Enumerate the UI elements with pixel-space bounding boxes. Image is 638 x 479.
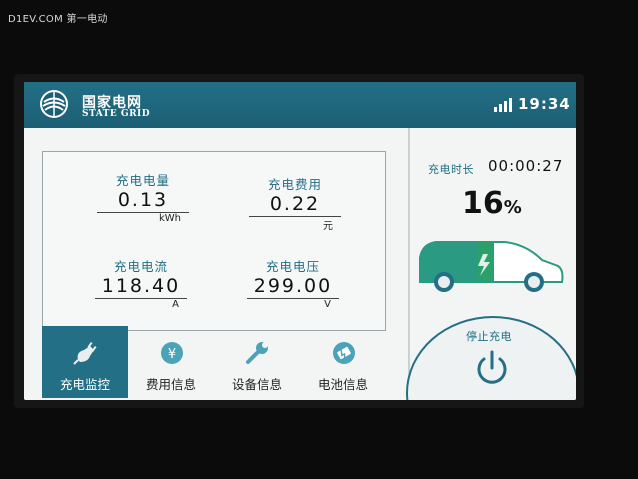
nav-fee-info-label: 费用信息: [145, 377, 196, 392]
metric-energy-value: 0.13: [117, 189, 169, 211]
signal-strength-icon: [494, 98, 512, 112]
metric-cost-unit: 元: [323, 221, 333, 232]
svg-text:¥: ¥: [168, 347, 176, 362]
nav-device-info[interactable]: 设备信息: [214, 326, 300, 398]
nav-device-info-label: 设备信息: [231, 377, 282, 392]
metric-voltage: 充电电压 299.00 V: [243, 256, 343, 311]
plug-icon: [73, 341, 97, 365]
metric-energy-label: 充电电量: [115, 173, 170, 188]
metric-voltage-value: 299.00: [253, 275, 333, 297]
nav-charge-monitor[interactable]: 充电监控: [42, 326, 128, 398]
soc-readout: 16%: [462, 186, 522, 221]
power-icon: [477, 350, 507, 384]
yen-icon: ¥: [161, 342, 183, 364]
bottom-nav: 充电监控 ¥ 费用信息 设备信息 电池信息: [42, 326, 386, 398]
nav-battery-info-label: 电池信息: [317, 377, 368, 392]
monitor-panel: 充电电量 0.13 kWh 充电费用 0.22 元 充电电流 118.40 A …: [24, 128, 408, 400]
header-bar: 国家电网 STATE GRID 19:34: [24, 82, 576, 128]
soc-unit: %: [503, 197, 522, 218]
soc-value: 16: [462, 186, 504, 221]
state-grid-logo-icon: [40, 90, 68, 118]
metric-current-unit: A: [172, 299, 179, 310]
metric-cost: 充电费用 0.22 元: [245, 174, 345, 232]
charger-screen: 国家电网 STATE GRID 19:34 充电电量 0.13 kWh 充电费用…: [24, 82, 576, 400]
nav-fee-info[interactable]: ¥ 费用信息: [128, 326, 214, 398]
metric-energy-unit: kWh: [158, 213, 181, 224]
metric-voltage-label: 充电电压: [265, 259, 320, 274]
nav-battery-info[interactable]: 电池信息: [300, 326, 386, 398]
brand-name-en: STATE GRID: [82, 109, 151, 119]
metric-energy: 充电电量 0.13 kWh: [93, 170, 193, 225]
metric-cost-value: 0.22: [269, 193, 321, 215]
duration-value: 00:00:27: [488, 157, 564, 175]
clock-time: 19:34: [518, 95, 571, 113]
stop-charging-label: 停止充电: [466, 330, 512, 343]
metric-current-value: 118.40: [101, 275, 181, 297]
watermark-text: D1EV.COM 第一电动: [8, 14, 108, 25]
wrench-icon: [246, 342, 268, 364]
metric-cost-label: 充电费用: [267, 177, 322, 192]
metric-current-label: 充电电流: [113, 259, 168, 274]
duration-label: 充电时长: [428, 163, 474, 176]
charge-status-panel: 充电时长 00:00:27 16% 停止充电: [406, 128, 576, 400]
nav-charge-monitor-label: 充电监控: [59, 377, 110, 392]
battery-icon: [333, 342, 355, 364]
metrics-box: 充电电量 0.13 kWh 充电费用 0.22 元 充电电流 118.40 A …: [42, 151, 386, 331]
metric-current: 充电电流 118.40 A: [91, 256, 191, 311]
metric-voltage-unit: V: [324, 299, 331, 310]
car-charge-icon: [419, 241, 564, 292]
